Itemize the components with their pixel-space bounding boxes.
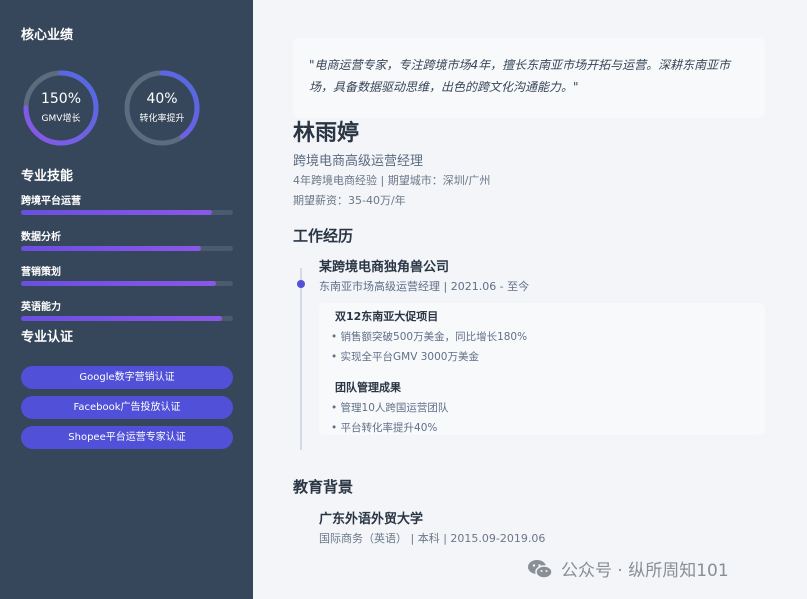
timeline-line <box>300 268 302 450</box>
education-heading: 教育背景 <box>293 478 354 496</box>
skill-bar-fill <box>21 246 202 251</box>
watermark: 公众号 · 纵所周知101 <box>527 556 729 581</box>
skill-label: 营销策划 <box>21 267 61 278</box>
candidate-name: 林雨婷 <box>293 121 360 146</box>
skill-label: 跨境平台运营 <box>21 196 81 207</box>
candidate-title: 跨境电商高级运营经理 <box>293 154 424 169</box>
skill-item: 跨境平台运营 <box>21 192 233 215</box>
timeline-dot <box>297 280 305 288</box>
profile-quote: "电商运营专家，专注跨境市场4年，擅长东南亚市场开拓与运营。深耕东南亚市场，具备… <box>293 38 765 118</box>
expected-salary: 期望薪资：35-40万/年 <box>293 194 406 207</box>
skill-bar <box>21 316 233 321</box>
cert-badge-shopee[interactable]: Shopee平台运营专家认证 <box>21 426 233 449</box>
company-role-period: 东南亚市场高级运营经理 | 2021.06 - 至今 <box>319 280 530 293</box>
metric-ring-conversion: 40% 转化率提升 <box>123 69 201 147</box>
metric-value: 40% <box>146 91 178 107</box>
skill-bar-fill <box>21 281 217 286</box>
skill-bar-fill <box>21 210 212 215</box>
watermark-text: 公众号 · 纵所周知101 <box>561 561 729 581</box>
skill-bar <box>21 281 233 286</box>
wechat-icon <box>527 559 553 579</box>
project-title: 团队管理成果 <box>335 381 401 394</box>
project-card: 双12东南亚大促项目 • 销售额突破500万美金，同比增长180% • 实现全平… <box>319 303 765 435</box>
metric-ring-chart <box>23 70 99 146</box>
skill-label: 英语能力 <box>21 302 61 313</box>
metric-value: 150% <box>40 91 82 107</box>
experience-city: 4年跨境电商经验 | 期望城市：深圳/广州 <box>293 174 491 187</box>
skill-item: 英语能力 <box>21 298 233 321</box>
project-item: • 实现全平台GMV 3000万美金 <box>331 351 479 363</box>
metric-ring-chart <box>124 70 200 146</box>
school-details: 国际商务（英语） | 本科 | 2015.09-2019.06 <box>319 532 546 545</box>
skill-bar-fill <box>21 316 223 321</box>
project-item: • 销售额突破500万美金，同比增长180% <box>331 331 528 343</box>
cert-badge-google[interactable]: Google数字营销认证 <box>21 366 233 389</box>
project-title: 双12东南亚大促项目 <box>335 310 439 323</box>
skill-label: 数据分析 <box>21 232 61 243</box>
sidebar: 核心业绩 150% GMV增长 40% 转化率提升 专业技能 跨境平台运营 数据… <box>0 0 253 599</box>
metric-label: 转化率提升 <box>139 114 185 124</box>
school-name: 广东外语外贸大学 <box>319 512 424 527</box>
cert-badge-facebook[interactable]: Facebook广告投放认证 <box>21 396 233 419</box>
metric-ring-gmv: 150% GMV增长 <box>22 69 100 147</box>
skill-bar <box>21 246 233 251</box>
skill-item: 营销策划 <box>21 263 233 286</box>
project-item: • 管理10人跨国运营团队 <box>331 402 449 414</box>
metric-label: GMV增长 <box>41 114 81 124</box>
skill-item: 数据分析 <box>21 228 233 251</box>
core-metrics-heading: 核心业绩 <box>21 28 74 43</box>
project-item: • 平台转化率提升40% <box>331 422 438 434</box>
company-name: 某跨境电商独角兽公司 <box>319 260 450 275</box>
main-content: "电商运营专家，专注跨境市场4年，擅长东南亚市场开拓与运营。深耕东南亚市场，具备… <box>253 0 807 599</box>
skill-bar <box>21 210 233 215</box>
work-experience-heading: 工作经历 <box>293 227 354 245</box>
skills-heading: 专业技能 <box>21 169 74 184</box>
certifications-heading: 专业认证 <box>21 330 74 345</box>
